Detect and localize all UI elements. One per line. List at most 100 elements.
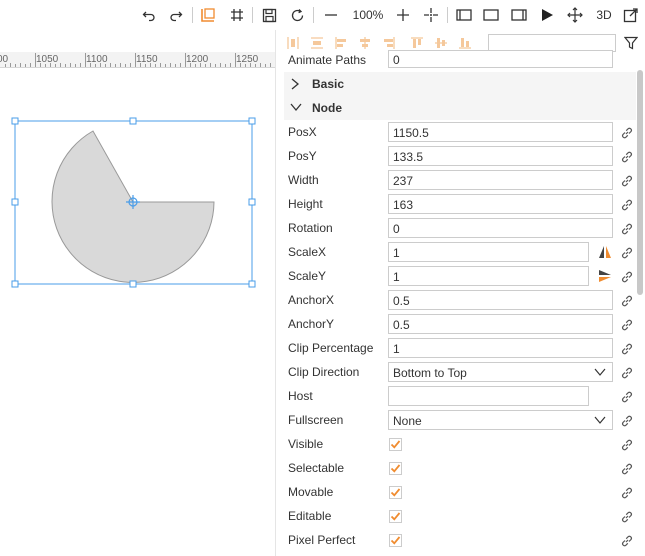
align-right-edge-icon[interactable] [382,36,396,50]
height-input[interactable]: 163 [388,194,613,214]
link-icon[interactable] [620,246,634,260]
link-icon[interactable] [620,222,634,236]
property-label: Fullscreen [288,413,344,427]
ruler-tick [135,53,136,67]
filter-icon[interactable] [624,36,638,50]
property-label: Visible [288,437,324,451]
design-canvas[interactable] [0,69,275,556]
align-center-horizontal-icon[interactable] [358,36,372,50]
align-left-edge-icon[interactable] [334,36,348,50]
anchorx-input[interactable]: 0.5 [388,290,613,310]
undo-icon[interactable] [140,5,158,25]
visible-checkbox[interactable] [389,438,402,451]
right-panel-icon[interactable] [510,5,528,25]
property-label: AnchorX [288,293,335,307]
link-icon[interactable] [620,342,634,356]
zoom-out-icon[interactable] [322,5,340,25]
property-row-scalex: ScaleX 1 [276,240,636,264]
scalex-input[interactable]: 1 [388,242,589,262]
clip-direction-select[interactable]: Bottom to Top [388,362,613,382]
host-input[interactable] [388,386,589,406]
zoom-level: 100% [352,8,384,22]
property-row-posx: PosX 1150.5 [276,120,636,144]
save-icon[interactable] [260,5,278,25]
flip-horizontal-icon[interactable] [598,245,612,259]
property-row-anchory: AnchorY 0.5 [276,312,636,336]
editable-checkbox[interactable] [389,510,402,523]
fullscreen-select[interactable]: None [388,410,613,430]
property-label: Rotation [288,221,333,235]
reload-icon[interactable] [288,5,306,25]
link-icon[interactable] [620,270,634,284]
ruler-tick [120,63,121,67]
snap-edge-icon[interactable] [199,5,217,25]
link-icon[interactable] [620,462,634,476]
property-row-scaley: ScaleY 1 [276,264,636,288]
selectable-checkbox[interactable] [389,462,402,475]
ruler-tick [265,64,266,67]
scaley-input[interactable]: 1 [388,266,589,286]
link-icon[interactable] [620,510,634,524]
panel-scrollbar[interactable] [637,70,643,295]
play-icon[interactable] [538,5,556,25]
ruler-tick [185,53,186,67]
toolbar-separator [252,7,253,23]
flip-vertical-icon[interactable] [598,269,612,283]
property-label: Selectable [288,461,345,475]
anchory-input[interactable]: 0.5 [388,314,613,334]
property-row-width: Width 237 [276,168,636,192]
toolbar-separator [313,7,314,23]
section-basic[interactable]: Basic [284,72,636,96]
ruler-tick [35,53,36,67]
ruler-tick [5,64,6,67]
link-icon[interactable] [620,126,634,140]
posx-input[interactable]: 1150.5 [388,122,613,142]
pixel-perfect-checkbox[interactable] [389,534,402,547]
property-input[interactable]: 0 [388,50,613,68]
ruler-tick [200,63,201,67]
ruler-tick [250,63,251,67]
link-icon[interactable] [620,150,634,164]
width-input[interactable]: 237 [388,170,613,190]
link-icon[interactable] [620,366,634,380]
ruler-tick [260,63,261,67]
link-icon[interactable] [620,414,634,428]
link-icon[interactable] [620,438,634,452]
property-label: PosX [288,125,317,139]
section-node[interactable]: Node [284,96,636,120]
ruler-tick [30,63,31,67]
ruler-tick [230,63,231,67]
link-icon[interactable] [620,534,634,548]
center-crosshair-icon[interactable] [422,5,440,25]
mode-3d-button[interactable]: 3D [593,5,615,25]
ruler-tick [100,63,101,67]
posy-input[interactable]: 133.5 [388,146,613,166]
export-icon[interactable] [622,5,640,25]
link-icon[interactable] [620,390,634,404]
link-icon[interactable] [620,294,634,308]
grid-icon[interactable] [228,5,246,25]
property-row-clip-direction: Clip Direction Bottom to Top [276,360,636,384]
redo-icon[interactable] [167,5,185,25]
align-top-edge-icon[interactable] [410,36,424,50]
link-icon[interactable] [620,198,634,212]
ruler-tick [60,63,61,67]
link-icon[interactable] [620,318,634,332]
ruler-tick [175,64,176,67]
ruler-tick [130,63,131,67]
rotation-input[interactable]: 0 [388,218,613,238]
movable-checkbox[interactable] [389,486,402,499]
link-icon[interactable] [620,486,634,500]
distribute-vertical-icon[interactable] [310,36,324,50]
left-panel-icon[interactable] [455,5,473,25]
align-bottom-edge-icon[interactable] [458,36,472,50]
zoom-in-icon[interactable] [394,5,412,25]
move-icon[interactable] [566,5,584,25]
align-left-icon[interactable] [286,36,300,50]
ruler-tick [90,63,91,67]
link-icon[interactable] [620,174,634,188]
full-panel-icon[interactable] [482,5,500,25]
clip-percentage-input[interactable]: 1 [388,338,613,358]
property-label: PosY [288,149,317,163]
align-center-vertical-icon[interactable] [434,36,448,50]
